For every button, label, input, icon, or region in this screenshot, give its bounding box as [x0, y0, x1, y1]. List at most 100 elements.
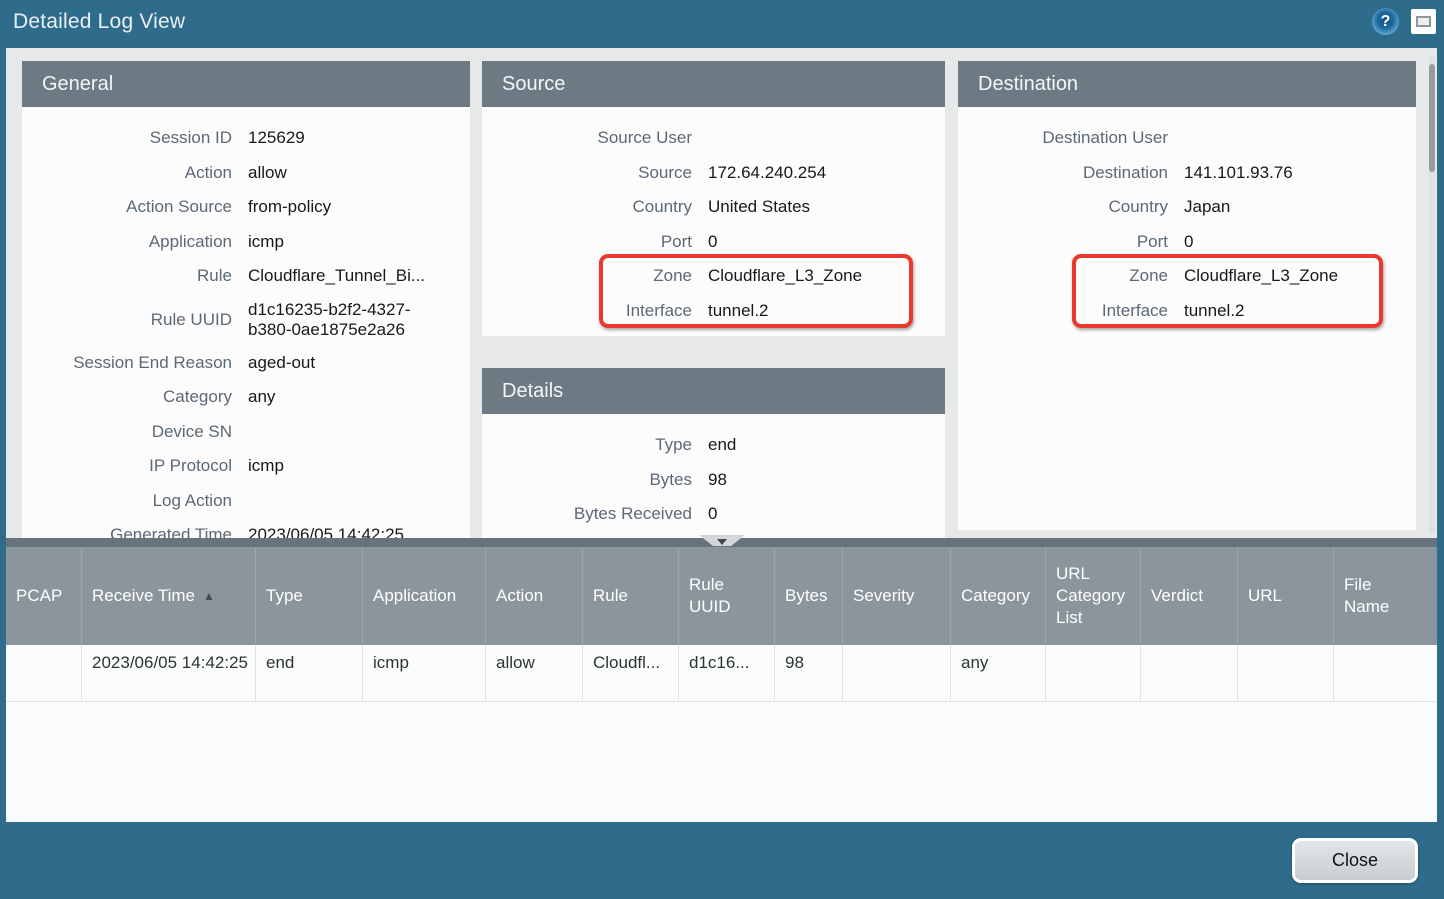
field-label-session-end-reason: Session End Reason	[22, 353, 232, 373]
column-header-pcap[interactable]: PCAP	[6, 547, 82, 645]
field-row-type: Typeend	[482, 428, 945, 463]
field-value-bytes: 98	[708, 470, 727, 490]
maximize-window-icon[interactable]	[1411, 9, 1436, 34]
field-label-port: Port	[958, 232, 1168, 252]
field-label-type: Type	[482, 435, 692, 455]
title-bar: Detailed Log View ?	[0, 0, 1444, 48]
cell-url-category-list	[1046, 645, 1141, 701]
column-header-label: Action	[496, 585, 543, 607]
column-header-application[interactable]: Application	[363, 547, 486, 645]
column-header-bytes[interactable]: Bytes	[775, 547, 843, 645]
general-panel-title: General	[22, 61, 470, 107]
field-value-session-end-reason: aged-out	[248, 353, 315, 373]
column-header-rule[interactable]: Rule	[583, 547, 679, 645]
field-value-bytes-received: 0	[708, 504, 717, 524]
field-value-type: end	[708, 435, 736, 455]
field-row-log-action: Log Action	[22, 484, 470, 519]
field-row-country: Country Japan	[958, 190, 1416, 225]
field-row-application: Applicationicmp	[22, 225, 470, 260]
cell-pcap	[6, 645, 82, 701]
column-header-type[interactable]: Type	[256, 547, 363, 645]
cell-type: end	[256, 645, 363, 701]
help-icon[interactable]: ?	[1372, 8, 1399, 35]
field-label-country: Country	[958, 197, 1168, 217]
field-row-session-end-reason: Session End Reason aged-out	[22, 346, 470, 381]
column-header-rule-uuid[interactable]: Rule UUID	[679, 547, 775, 645]
column-header-label: Bytes	[785, 585, 828, 607]
column-header-receive-time[interactable]: Receive Time ▲	[82, 547, 256, 645]
log-table-section: PCAP Receive Time ▲ Type Application Action Ru…	[6, 538, 1437, 822]
column-header-label: File Name	[1344, 574, 1394, 618]
log-table-body: 2023/06/05 14:42:25endicmpallowCloudfl..…	[6, 645, 1437, 702]
column-header-severity[interactable]: Severity	[843, 547, 951, 645]
column-header-label: Severity	[853, 585, 914, 607]
column-header-label: Category	[961, 585, 1030, 607]
field-row-country: CountryUnited States	[482, 190, 945, 225]
cell-action: allow	[486, 645, 583, 701]
collapse-down-icon	[717, 539, 727, 545]
field-row-bytes: Bytes 98	[482, 463, 945, 498]
general-fields: Session ID125629ActionallowAction Source…	[22, 107, 470, 538]
field-value-country: United States	[708, 197, 810, 217]
field-value-generated-time: 2023/06/05 14:42:25	[248, 525, 404, 538]
field-value-rule-uuid: d1c16235-b2f2-4327-b380-0ae1875e2a26	[248, 300, 450, 340]
field-label-source-user: Source User	[482, 128, 692, 148]
column-header-label: PCAP	[16, 585, 62, 607]
table-row[interactable]: 2023/06/05 14:42:25endicmpallowCloudfl..…	[6, 645, 1437, 702]
field-row-source-user: Source User	[482, 121, 945, 156]
cell-bytes: 98	[775, 645, 843, 701]
vertical-scrollbar-thumb[interactable]	[1429, 64, 1435, 172]
field-label-category: Category	[22, 387, 232, 407]
cell-verdict	[1141, 645, 1238, 701]
column-header-file-name[interactable]: File Name	[1334, 547, 1437, 645]
field-label-log-action: Log Action	[22, 491, 232, 511]
field-row-action-source: Action Source from-policy	[22, 190, 470, 225]
cell-application: icmp	[363, 645, 486, 701]
column-header-category[interactable]: Category	[951, 547, 1046, 645]
field-value-action-source: from-policy	[248, 197, 331, 217]
column-header-action[interactable]: Action	[486, 547, 583, 645]
field-label-action-source: Action Source	[22, 197, 232, 217]
details-fields: Typeend Bytes 98 Bytes Received 0	[482, 414, 945, 532]
field-label-ip-protocol: IP Protocol	[22, 456, 232, 476]
field-value-source: 172.64.240.254	[708, 163, 826, 183]
field-row-rule-uuid: Rule UUID d1c16235-b2f2-4327-b380-0ae1875…	[22, 294, 470, 346]
column-header-label: Receive Time	[92, 585, 195, 607]
source-zone-interface-highlight	[599, 254, 913, 328]
column-header-label: URL Category List	[1056, 563, 1136, 629]
cell-severity	[843, 645, 951, 701]
column-header-url-category-list[interactable]: URL Category List	[1046, 547, 1141, 645]
close-button[interactable]: Close	[1292, 838, 1418, 883]
dialog-title: Detailed Log View	[13, 10, 185, 34]
field-value-action: allow	[248, 163, 287, 183]
sort-ascending-icon: ▲	[203, 585, 215, 607]
field-row-device-sn: Device SN	[22, 415, 470, 450]
field-row-rule: RuleCloudflare_Tunnel_Bi...	[22, 259, 470, 294]
cell-category: any	[951, 645, 1046, 701]
field-value-destination: 141.101.93.76	[1184, 163, 1293, 183]
field-row-ip-protocol: IP Protocol icmp	[22, 449, 470, 484]
column-header-label: URL	[1248, 585, 1282, 607]
column-header-label: Verdict	[1151, 585, 1203, 607]
field-value-country: Japan	[1184, 197, 1230, 217]
destination-zone-interface-highlight	[1072, 254, 1383, 328]
field-row-destination: Destination141.101.93.76	[958, 156, 1416, 191]
cell-rule-uuid: d1c16...	[679, 645, 775, 701]
field-label-port: Port	[482, 232, 692, 252]
field-value-application: icmp	[248, 232, 284, 252]
field-label-bytes: Bytes	[482, 470, 692, 490]
field-value-ip-protocol: icmp	[248, 456, 284, 476]
cell-file-name	[1334, 645, 1437, 701]
section-divider	[6, 538, 1437, 547]
field-label-rule-uuid: Rule UUID	[22, 310, 232, 330]
field-value-category: any	[248, 387, 275, 407]
field-label-bytes-received: Bytes Received	[482, 504, 692, 524]
column-header-url[interactable]: URL	[1238, 547, 1334, 645]
field-value-session-id: 125629	[248, 128, 305, 148]
general-panel: General Session ID125629ActionallowActio…	[22, 61, 470, 538]
log-table-header: PCAP Receive Time ▲ Type Application Action Ru…	[6, 547, 1437, 645]
field-label-generated-time: Generated Time	[22, 525, 232, 538]
field-row-action: Actionallow	[22, 156, 470, 191]
column-header-label: Application	[373, 585, 456, 607]
column-header-verdict[interactable]: Verdict	[1141, 547, 1238, 645]
